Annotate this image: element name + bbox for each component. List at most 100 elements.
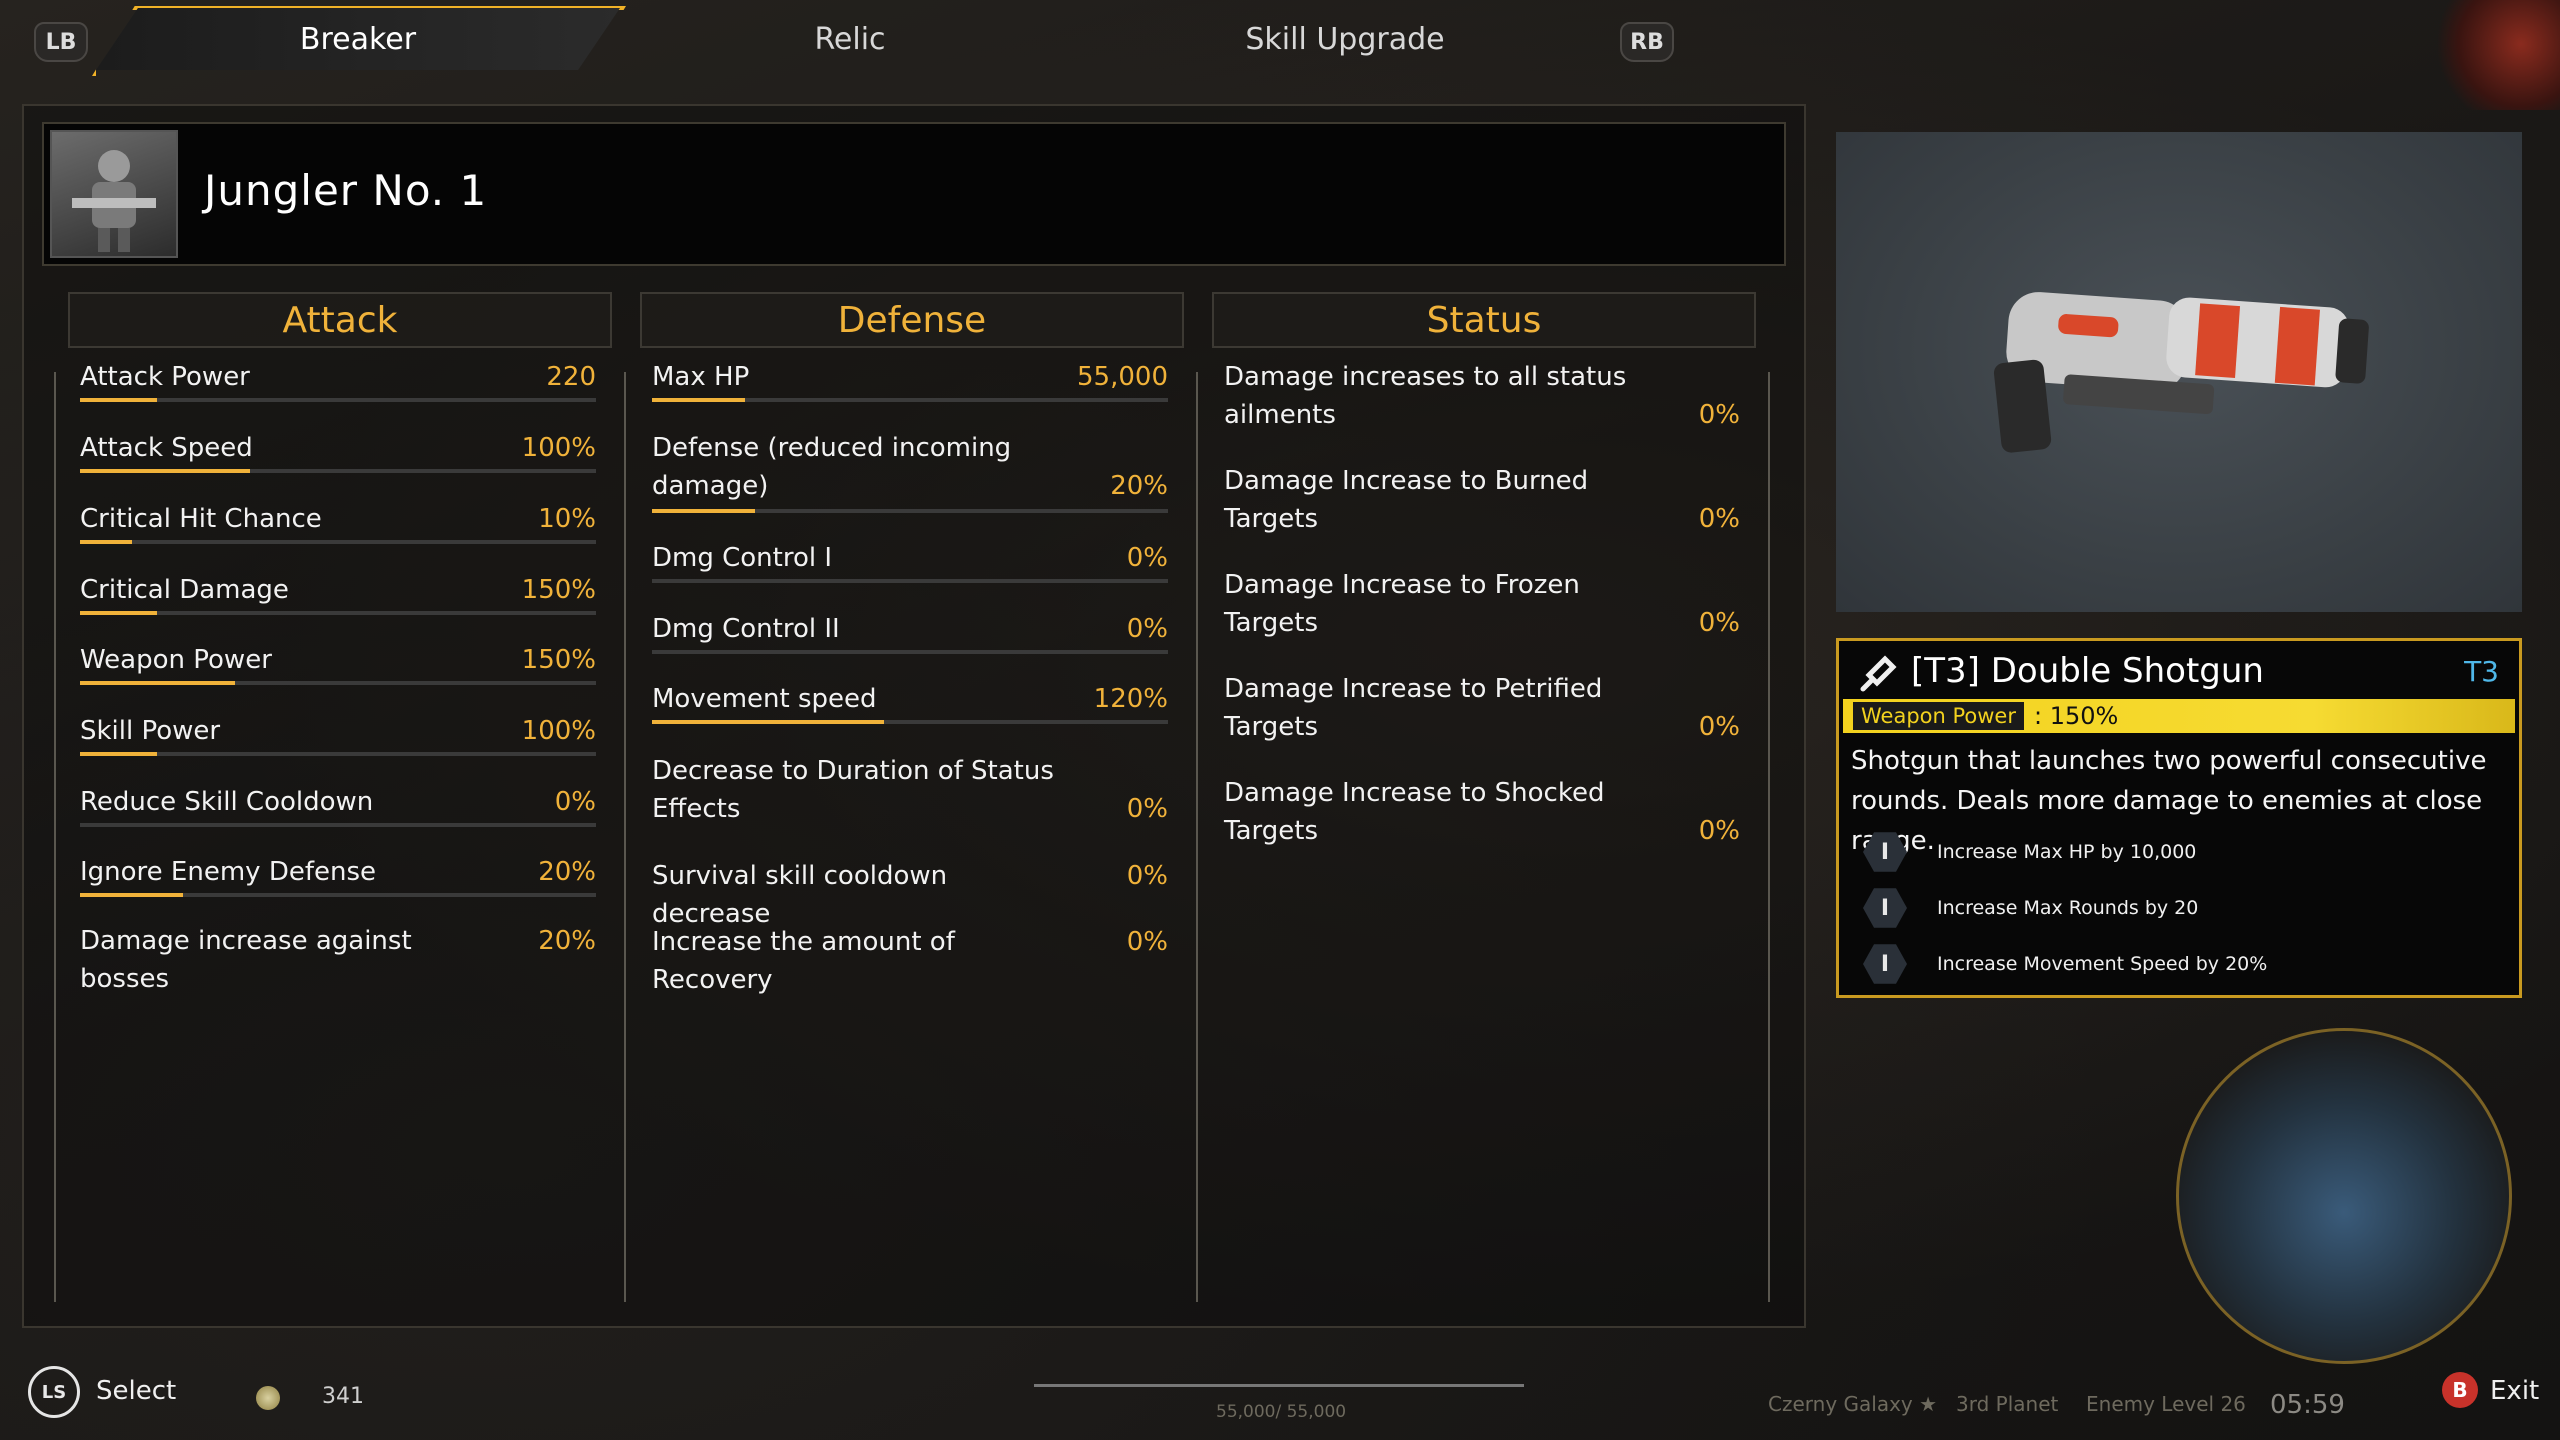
stat-row[interactable]: Damage Increase to Shocked Targets 0%	[1224, 774, 1740, 854]
stat-row[interactable]: Critical Damage 150%	[80, 571, 596, 615]
stat-value: 100%	[521, 716, 596, 746]
stat-row[interactable]: Reduce Skill Cooldown 0%	[80, 783, 596, 827]
perk-text: Increase Movement Speed by 20%	[1937, 953, 2268, 975]
stat-row[interactable]: Damage increases to all status ailments 0…	[1224, 358, 1740, 438]
weapon-title: [T3] Double Shotgun	[1911, 651, 2264, 691]
stat-row[interactable]: Damage increase against bosses 20%	[80, 922, 596, 994]
tab-label: Relic	[814, 21, 886, 57]
stat-bar	[80, 823, 596, 827]
tab-relic[interactable]: Relic	[700, 8, 1000, 70]
tab-label: Skill Upgrade	[1245, 21, 1445, 57]
stat-row[interactable]: Damage Increase to Frozen Targets 0%	[1224, 566, 1740, 646]
stat-label: Dmg Control I	[652, 543, 833, 573]
character-portrait	[50, 130, 178, 258]
stat-label: Weapon Power	[80, 645, 272, 675]
stat-row[interactable]: Weapon Power 150%	[80, 641, 596, 685]
stat-row[interactable]: Critical Hit Chance 10%	[80, 500, 596, 544]
stat-row[interactable]: Damage Increase to Burned Targets 0%	[1224, 462, 1740, 542]
stat-row[interactable]: Damage Increase to Petrified Targets 0%	[1224, 670, 1740, 750]
stat-label: Damage increases to all status ailments	[1224, 362, 1627, 430]
timer: 05:59	[2270, 1390, 2345, 1420]
stat-value: 150%	[521, 645, 596, 675]
tier-hex-icon: I	[1863, 888, 1907, 928]
stat-label: Decrease to Duration of Status Effects	[652, 756, 1054, 824]
stat-value: 0%	[1126, 927, 1168, 957]
stat-bar-fill	[80, 469, 251, 473]
stat-bar	[80, 893, 596, 897]
stat-bar	[80, 469, 596, 473]
lb-button[interactable]: LB	[34, 22, 88, 62]
rb-button[interactable]: RB	[1620, 22, 1674, 62]
perk-roman: I	[1880, 839, 1890, 865]
stat-row[interactable]: Max HP 55,000	[652, 358, 1168, 402]
tab-skill-upgrade[interactable]: Skill Upgrade	[1160, 8, 1530, 70]
stat-row[interactable]: Ignore Enemy Defense 20%	[80, 853, 596, 897]
stat-value: 0%	[1698, 816, 1740, 846]
perk-roman: I	[1880, 895, 1890, 921]
stat-bar	[652, 579, 1168, 583]
weapon-power-value: : 150%	[2033, 702, 2119, 730]
stat-value: 0%	[1698, 504, 1740, 534]
hp-bar	[1034, 1384, 1524, 1387]
column-divider	[1196, 372, 1198, 1302]
stat-value: 0%	[1698, 712, 1740, 742]
defense-heading: Defense	[640, 292, 1184, 348]
stat-bar	[80, 681, 596, 685]
stat-value: 150%	[521, 575, 596, 605]
stat-value: 0%	[1126, 861, 1168, 891]
stat-row[interactable]: Dmg Control I 0%	[652, 539, 1168, 583]
ls-button[interactable]: LS	[28, 1366, 80, 1418]
character-name: Jungler No. 1	[204, 166, 488, 215]
perk-row: I Increase Movement Speed by 20%	[1863, 941, 2267, 987]
rb-label: RB	[1630, 29, 1664, 55]
stat-bar	[652, 650, 1168, 654]
stat-label: Critical Hit Chance	[80, 504, 322, 534]
stat-value: 220	[546, 362, 596, 392]
perk-text: Increase Max Rounds by 20	[1937, 897, 2199, 919]
stat-bar-fill	[80, 398, 158, 402]
perk-row: I Increase Max HP by 10,000	[1863, 829, 2196, 875]
stat-bar-fill	[652, 720, 885, 724]
stat-bar	[80, 398, 596, 402]
stat-row[interactable]: Attack Speed 100%	[80, 429, 596, 473]
stat-label: Damage Increase to Frozen Targets	[1224, 570, 1580, 638]
weapon-preview	[1836, 132, 2522, 612]
stat-bar-fill	[80, 540, 132, 544]
tier-hex-icon: I	[1863, 944, 1907, 984]
stat-value: 55,000	[1077, 362, 1168, 392]
stat-row[interactable]: Dmg Control II 0%	[652, 610, 1168, 654]
minimap	[2176, 1028, 2512, 1364]
stat-row[interactable]: Survival skill cooldown decrease 0%	[652, 857, 1168, 929]
stat-label: Movement speed	[652, 684, 877, 714]
stat-bar-fill	[652, 509, 756, 513]
tab-label: Breaker	[299, 21, 417, 57]
stat-bar	[652, 720, 1168, 724]
stat-row[interactable]: Skill Power 100%	[80, 712, 596, 756]
stat-row[interactable]: Movement speed 120%	[652, 680, 1168, 724]
stat-label: Increase the amount of Recovery	[652, 927, 955, 995]
column-divider	[54, 372, 56, 1302]
stat-label: Damage increase against bosses	[80, 926, 412, 994]
stat-row[interactable]: Increase the amount of Recovery 0%	[652, 923, 1168, 995]
exit-label[interactable]: Exit	[2490, 1376, 2539, 1406]
weapon-power-label: Weapon Power	[1853, 702, 2024, 730]
stat-value: 20%	[538, 926, 596, 956]
stat-bar-fill	[80, 611, 158, 615]
weapon-info-card: [T3] Double Shotgun T3 Weapon Power : 15…	[1836, 638, 2522, 998]
stat-value: 20%	[1110, 471, 1168, 501]
currency-amount: 341	[322, 1384, 364, 1409]
stat-label: Defense (reduced incoming damage)	[652, 433, 1012, 501]
ls-key-label: LS	[41, 1381, 67, 1403]
stat-value: 120%	[1093, 684, 1168, 714]
stat-value: 100%	[521, 433, 596, 463]
stat-value: 0%	[1126, 543, 1168, 573]
stat-row[interactable]: Attack Power 220	[80, 358, 596, 402]
tab-bar: LB Breaker Relic Skill Upgrade RB	[0, 0, 1800, 76]
stat-row[interactable]: Decrease to Duration of Status Effects 0%	[652, 752, 1168, 832]
stat-label: Max HP	[652, 362, 750, 392]
heading-text: Status	[1426, 299, 1542, 341]
tab-breaker[interactable]: Breaker	[96, 8, 620, 70]
stat-row[interactable]: Defense (reduced incoming damage) 20%	[652, 429, 1168, 513]
hp-readout: 55,000/ 55,000	[1216, 1402, 1347, 1422]
b-button[interactable]: B	[2442, 1372, 2478, 1408]
